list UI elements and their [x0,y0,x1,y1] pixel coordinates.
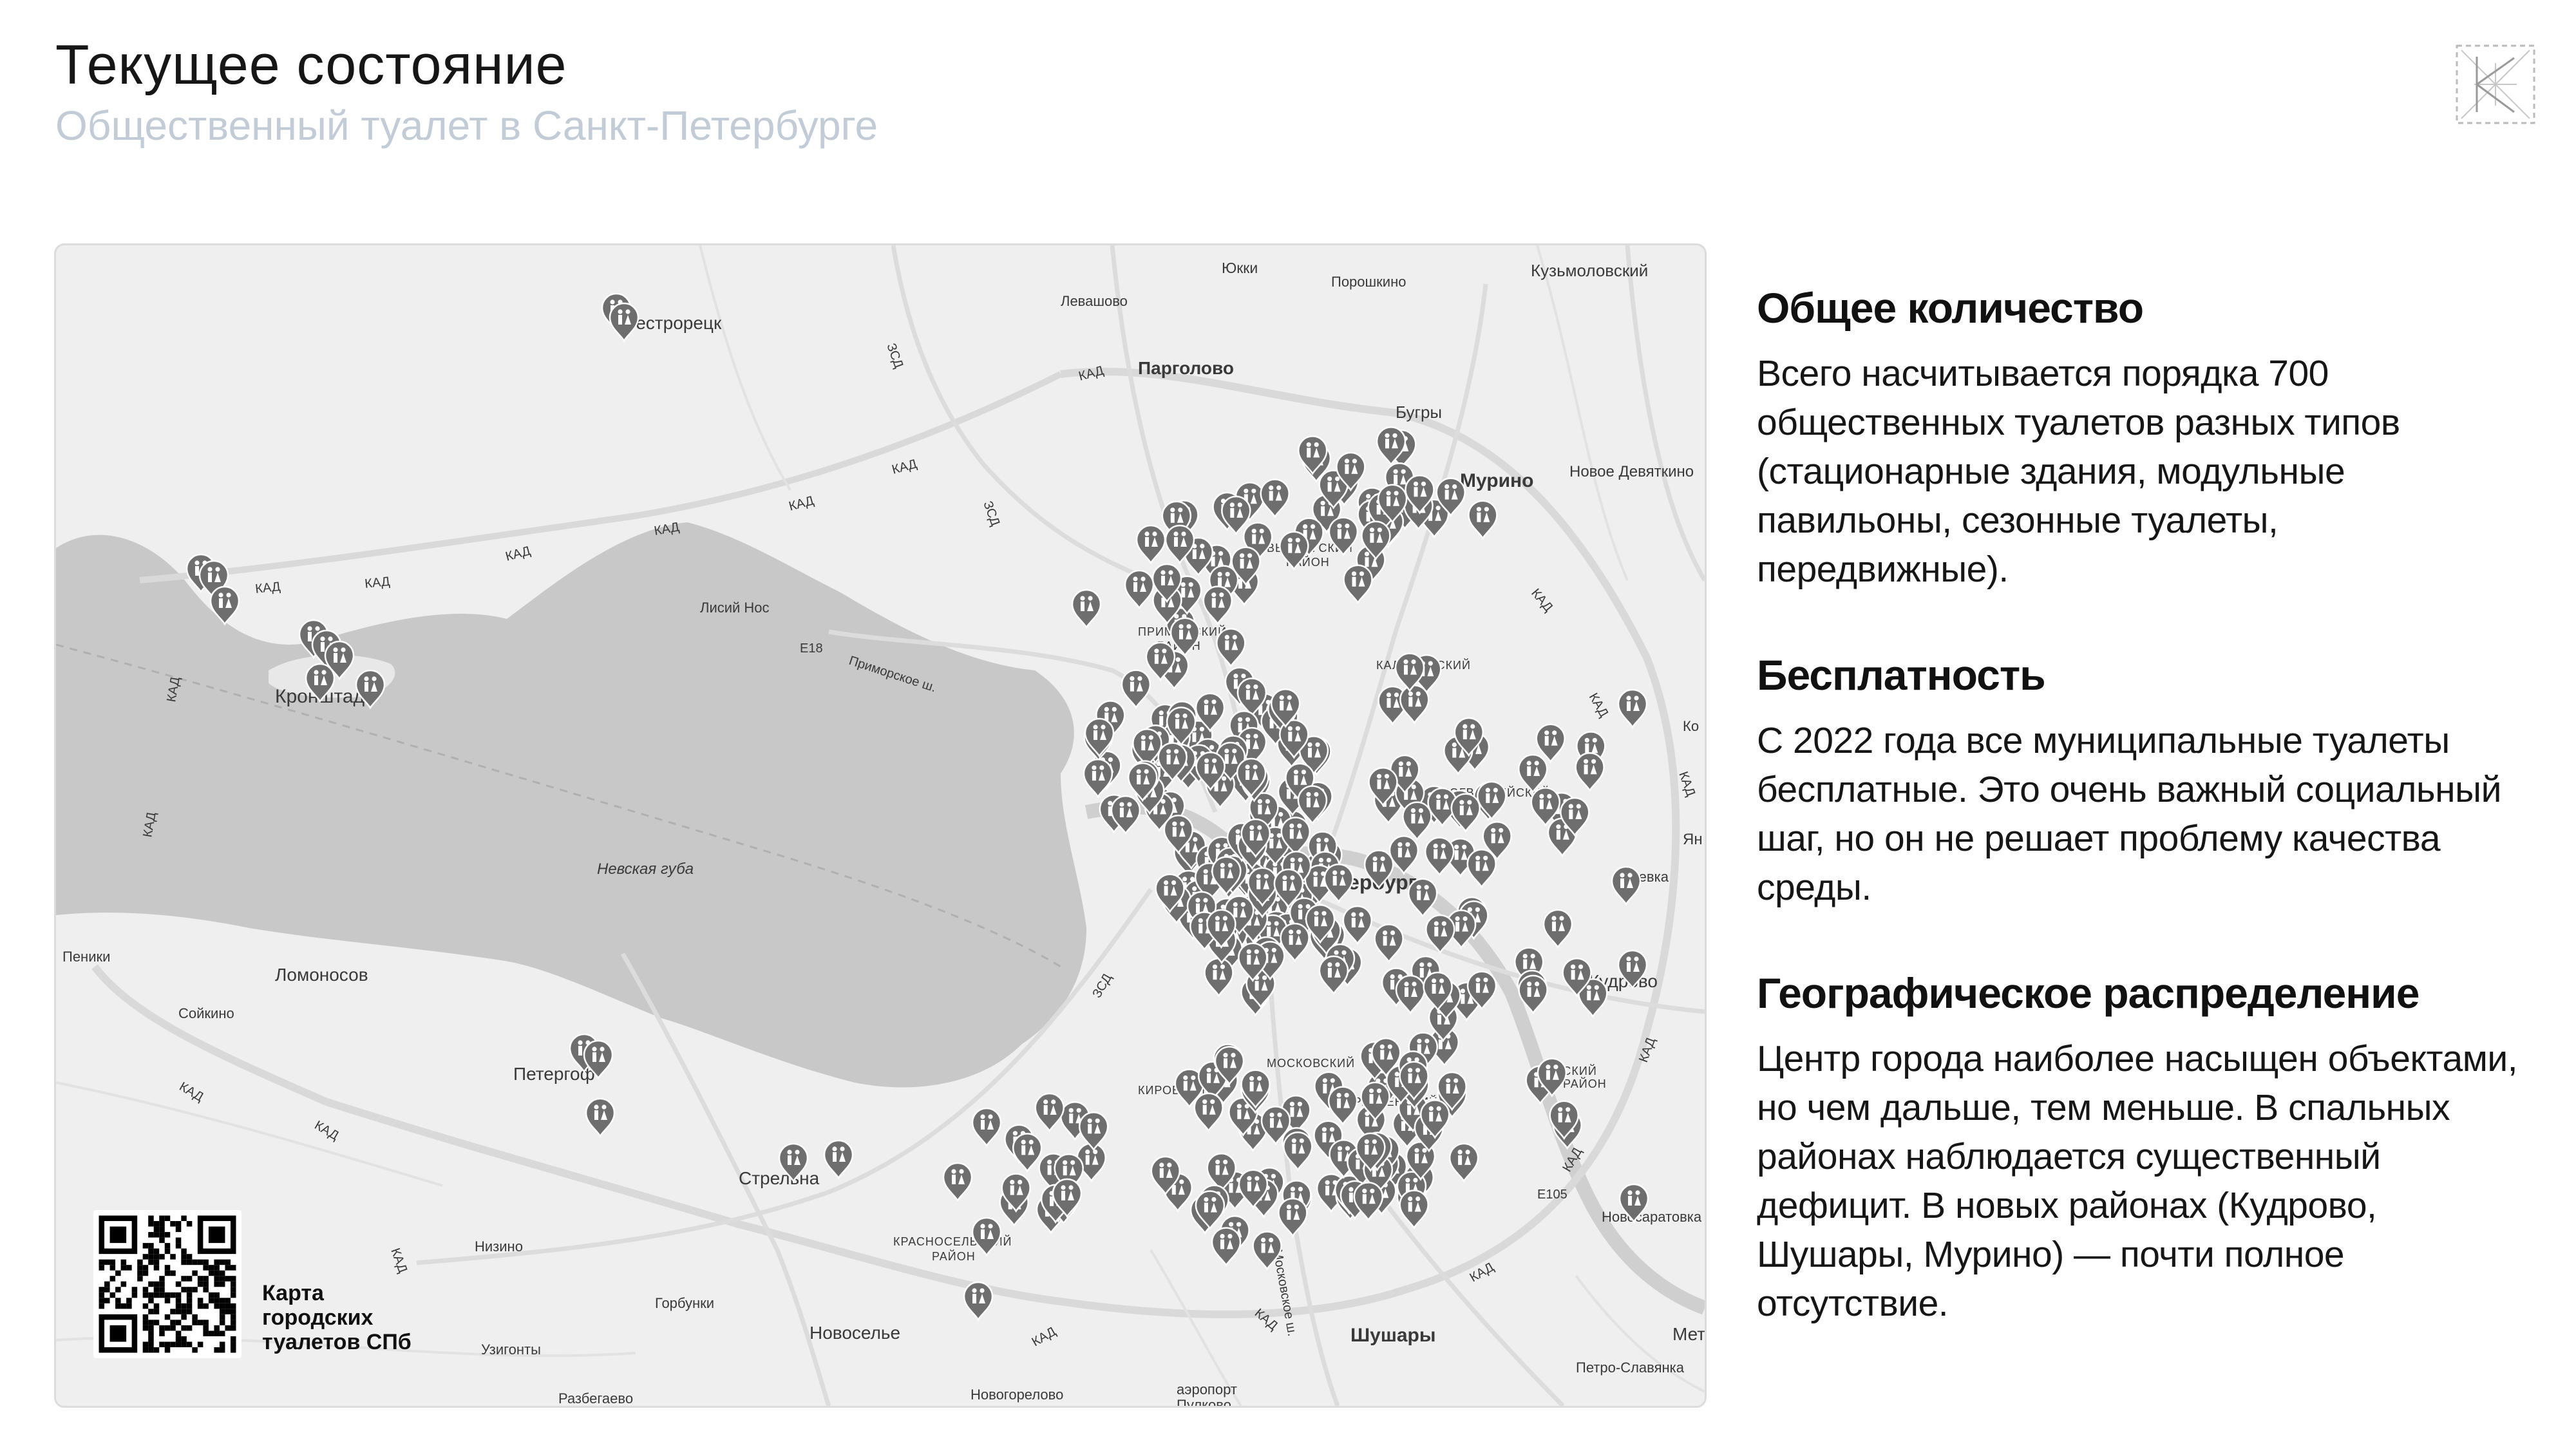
place-label: Новоселье [810,1323,900,1343]
place-label: Новосаратовка [1602,1209,1702,1225]
place-label: Пулково [1177,1397,1231,1406]
road-label: E105 [1537,1188,1567,1202]
section-total-count: Общее количество Всего насчитывается пор… [1757,283,2536,594]
qr-code[interactable] [93,1210,242,1358]
place-label: Пеники [62,949,110,965]
place-label: Левашово [1061,293,1128,309]
district-label: РАЙОН [932,1249,976,1263]
district-label: РАЙОН [1563,1077,1607,1090]
place-label: Сойкино [178,1005,234,1021]
place-label: Мурино [1460,470,1534,491]
place-label: аэропорт [1177,1381,1237,1397]
page-subtitle: Общественный туалет в Санкт-Петербурге [55,102,878,149]
section-free-of-charge: Бесплатность С 2022 года все муниципальн… [1757,650,2536,912]
place-label: Ян [1683,831,1703,848]
place-label: Новогорелово [971,1387,1063,1403]
place-label: Ломоносов [275,965,368,985]
road-label: КАД [364,574,391,591]
info-panel: Общее количество Всего насчитывается пор… [1757,283,2536,1385]
place-label: Новое Девяткино [1569,463,1694,480]
district-label: МОСКОВСКИЙ [1267,1056,1355,1070]
place-label: Порошкино [1331,274,1406,290]
place-label: Шушары [1350,1325,1435,1346]
place-label: Мет [1672,1324,1705,1344]
place-label: Горбунки [655,1295,714,1311]
qr-caption: Карта городских туалетов СПб [262,1281,412,1354]
logo-icon [2456,44,2535,124]
place-label: Разбегаево [558,1390,633,1406]
place-label: Невская губа [597,860,694,878]
place-label: Узигонты [481,1341,541,1358]
toilet-map[interactable]: Юкки Кузьмоловский Порошкино Левашово Сестро… [54,243,1707,1408]
place-label: Кузьмоловский [1531,261,1648,280]
section-text: Центр города наиболее насыщен объектами,… [1757,1038,2518,1324]
section-title: Бесплатность [1757,651,2046,699]
map-canvas[interactable]: Юкки КузьмоловскийПорошкиноЛевашовоСестро… [56,245,1705,1406]
place-label: Юкки [1222,260,1258,276]
section-title: Общее количество [1757,284,2144,332]
place-label: Низино [475,1238,523,1255]
place-label: Стрельна [739,1168,820,1188]
page-title: Текущее состояние [55,34,567,96]
place-label: Бугры [1396,402,1442,422]
section-text: С 2022 года все муниципальные туалеты бе… [1757,720,2501,908]
section-geographic-distribution: Географическое распределение Центр город… [1757,969,2536,1328]
place-label: Петро-Славянка [1576,1359,1685,1376]
section-text: Всего насчитывается порядка 700 обществе… [1757,353,2400,590]
place-label: Ко [1683,718,1699,734]
place-label: Парголово [1138,358,1234,378]
qr-code-icon [99,1215,236,1353]
section-title: Географическое распределение [1757,969,2420,1017]
place-label: Лисий Нос [700,600,770,616]
road-label: E18 [800,641,823,656]
road-label: КАД [254,580,281,596]
